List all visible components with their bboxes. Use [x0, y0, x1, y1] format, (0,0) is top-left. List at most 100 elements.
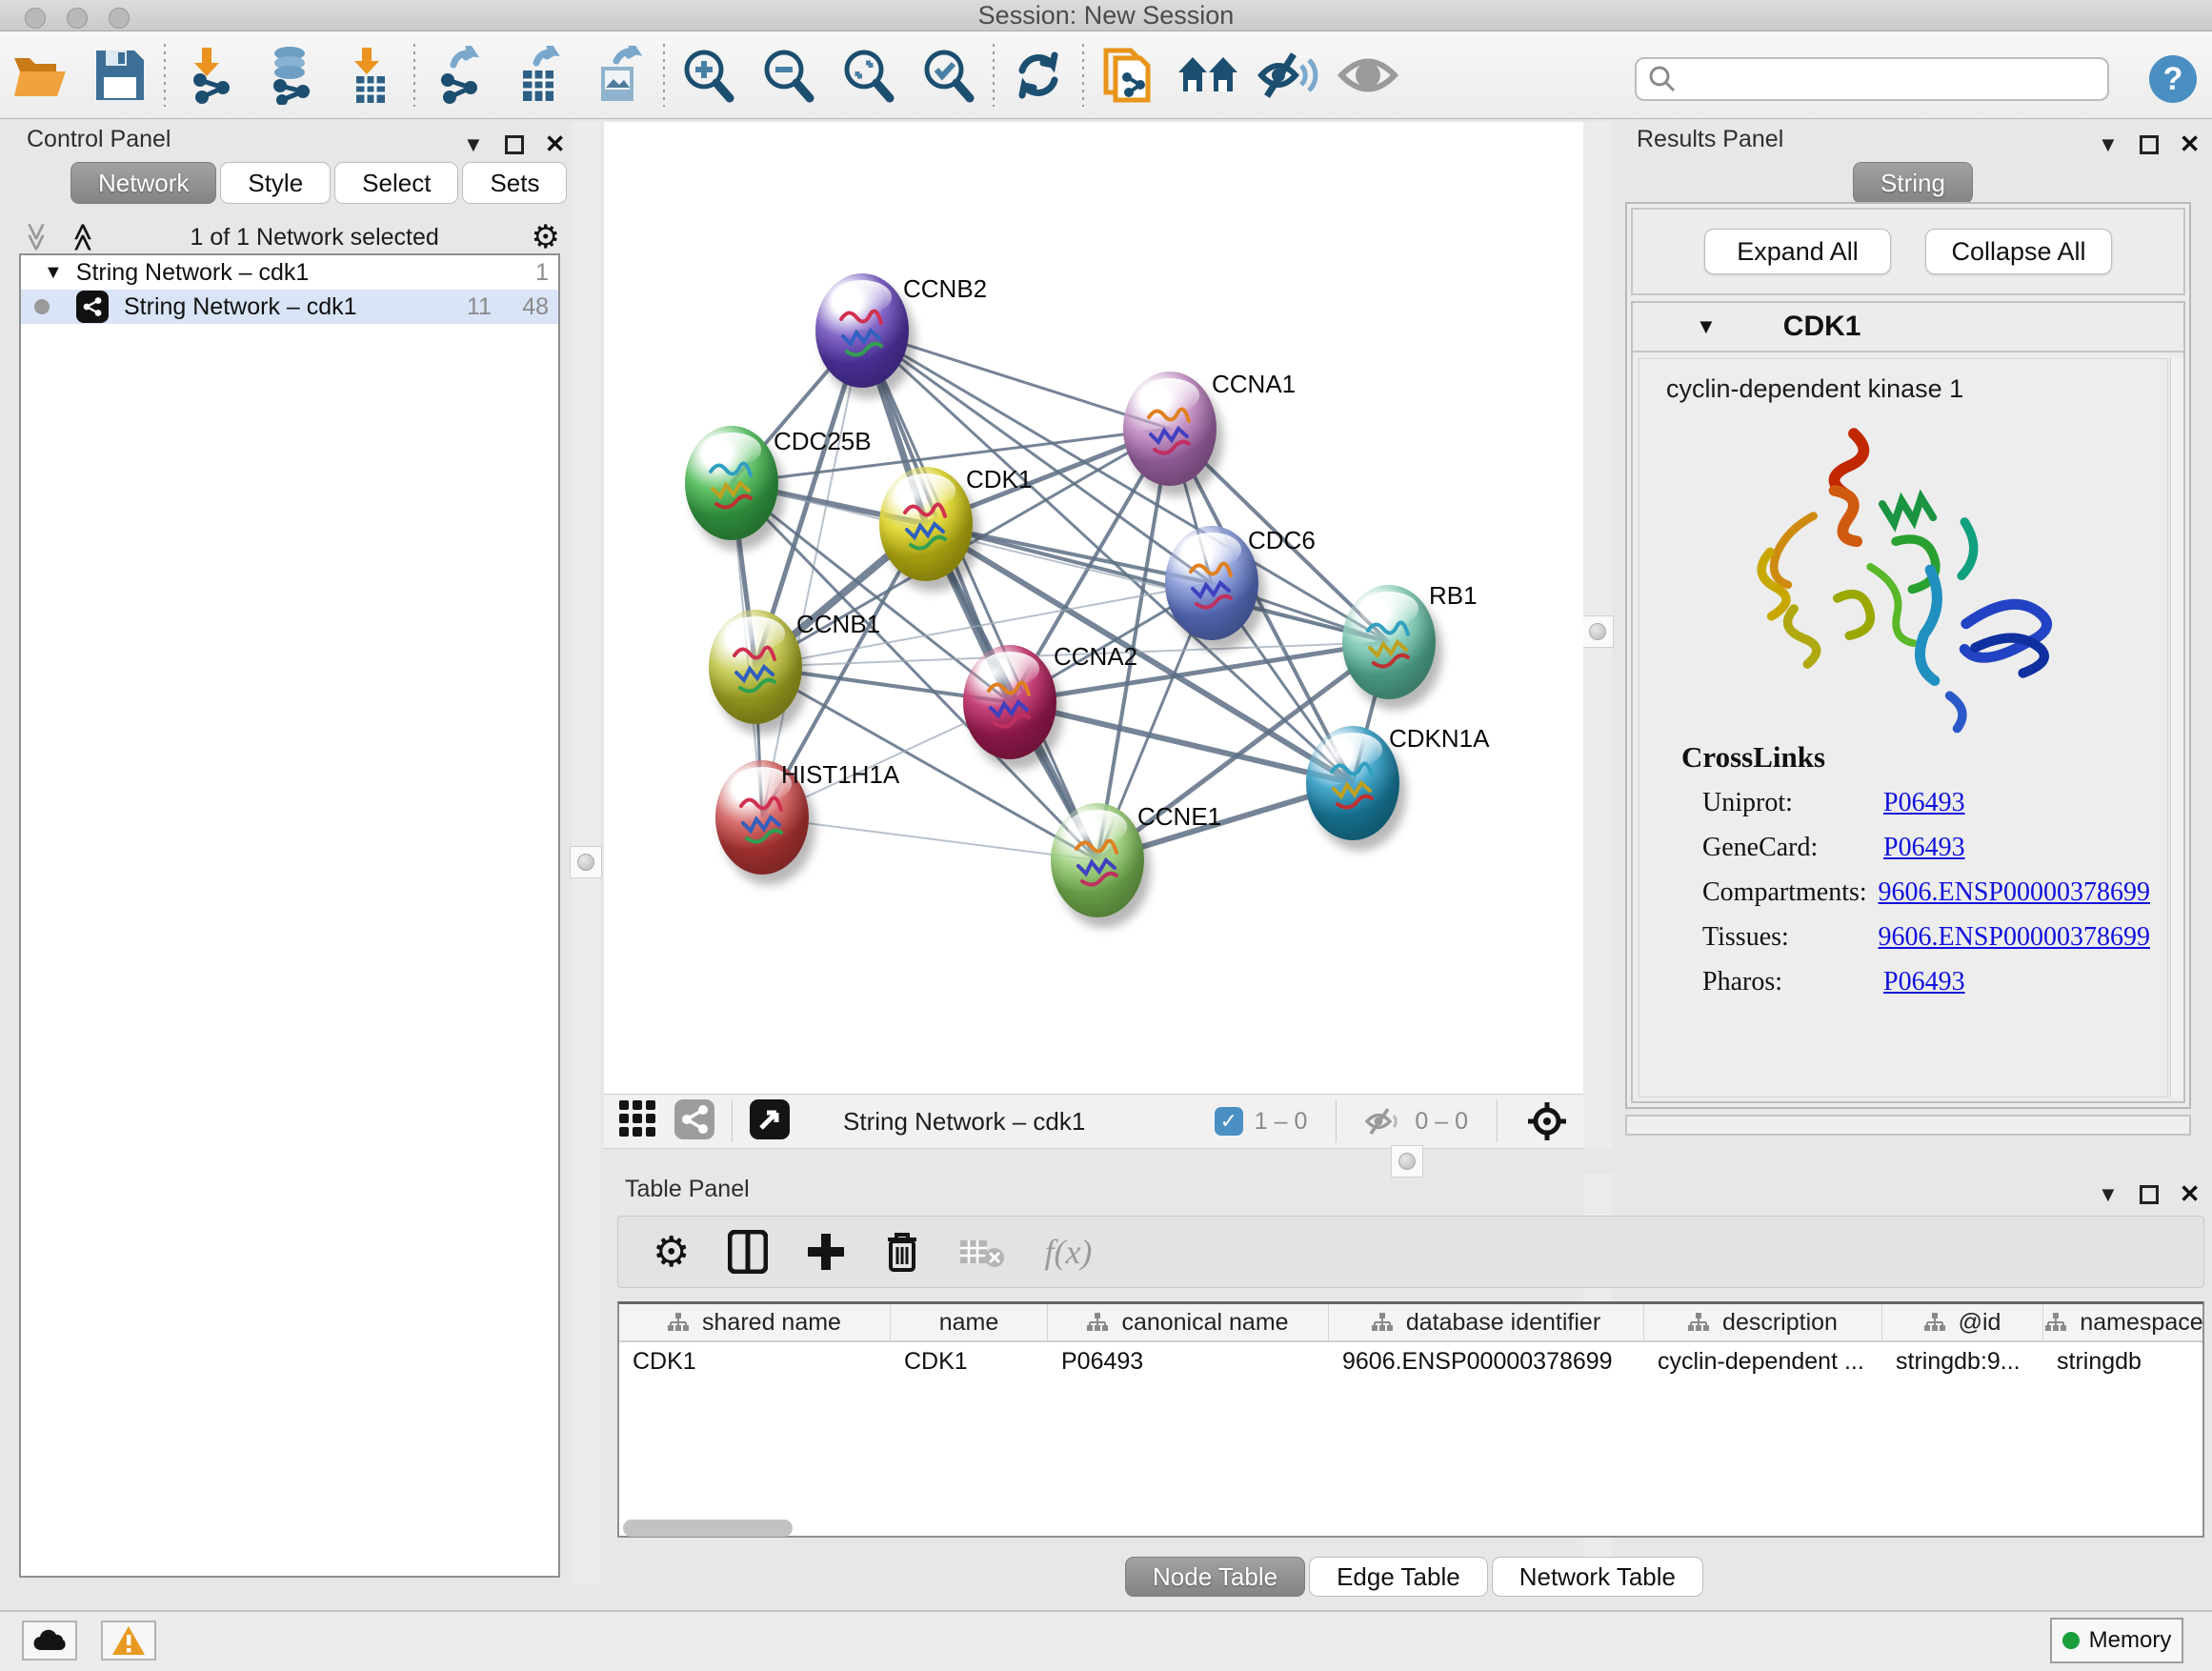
export-table-button[interactable] [499, 42, 579, 109]
collapse-all-networks-icon[interactable]: ≫ [22, 222, 50, 252]
protein-node-CDKN1A[interactable] [1306, 726, 1399, 840]
detach-view-icon[interactable] [750, 1099, 790, 1144]
protein-node-CCNA2[interactable] [963, 645, 1056, 759]
crosslink-link[interactable]: P06493 [1883, 967, 1965, 997]
tab-node-table[interactable]: Node Table [1125, 1557, 1305, 1597]
crosslink-link[interactable]: P06493 [1883, 833, 1965, 863]
column-header-description[interactable]: description [1644, 1304, 1882, 1340]
hide-selected-button[interactable] [1248, 42, 1328, 109]
protein-node-RB1[interactable] [1342, 585, 1436, 699]
gene-section-header[interactable]: ▼ CDK1 [1633, 303, 2183, 352]
search-input[interactable] [1677, 66, 2086, 92]
export-image-button[interactable] [579, 42, 659, 109]
minimize-window-button[interactable] [67, 8, 88, 29]
tab-sets[interactable]: Sets [462, 162, 567, 204]
table-options-gear-icon[interactable]: ⚙ [653, 1228, 690, 1277]
close-window-button[interactable] [25, 8, 46, 29]
delete-column-icon[interactable] [884, 1230, 920, 1274]
refresh-button[interactable] [998, 42, 1078, 109]
maximize-panel-icon[interactable] [2140, 1185, 2159, 1204]
network-collection-row[interactable]: ▼ String Network – cdk1 1 [21, 255, 558, 290]
network-share-view-icon[interactable] [674, 1099, 714, 1144]
table-hscrollbar-thumb[interactable] [623, 1520, 793, 1537]
tab-network-table[interactable]: Network Table [1492, 1557, 1703, 1597]
birdseye-crosshair-icon[interactable] [1526, 1100, 1568, 1142]
network-edge[interactable] [926, 524, 1389, 642]
column-header--id[interactable]: @id [1882, 1304, 2043, 1340]
search-field[interactable] [1635, 57, 2109, 101]
maximize-panel-icon[interactable] [2140, 135, 2159, 154]
left-splitter-handle[interactable] [570, 846, 602, 878]
column-header-canonical-name[interactable]: canonical name [1048, 1304, 1329, 1340]
import-table-button[interactable] [330, 42, 410, 109]
grid-view-icon[interactable] [619, 1100, 657, 1143]
node-label-HIST1H1A: HIST1H1A [781, 760, 899, 790]
collapse-all-button[interactable]: Collapse All [1925, 229, 2112, 274]
hidden-eye-icon[interactable] [1365, 1107, 1403, 1136]
tab-network[interactable]: Network [70, 162, 216, 204]
table-row[interactable]: CDK1CDK1P064939606.ENSP00000378699cyclin… [619, 1342, 2202, 1380]
add-column-icon[interactable] [806, 1232, 846, 1272]
clone-network-button[interactable] [1088, 42, 1168, 109]
protein-node-CDK1[interactable] [879, 467, 973, 581]
crosslink-link[interactable]: 9606.ENSP00000378699 [1879, 922, 2150, 953]
protein-node-CCNB1[interactable] [709, 610, 802, 724]
protein-node-CCNE1[interactable] [1051, 803, 1144, 917]
network-options-gear-icon[interactable]: ⚙ [532, 218, 560, 256]
import-network-button[interactable] [170, 42, 250, 109]
zoom-selected-button[interactable] [909, 42, 989, 109]
horizontal-splitter-handle[interactable] [1391, 1145, 1423, 1178]
expand-all-networks-icon[interactable]: ≪ [69, 222, 97, 252]
selected-nodes-checkbox-icon[interactable]: ✓ [1215, 1107, 1243, 1136]
open-session-button[interactable] [0, 42, 80, 109]
float-panel-icon[interactable]: ▼ [2098, 1182, 2119, 1207]
maximize-window-button[interactable] [109, 8, 130, 29]
maximize-panel-icon[interactable] [505, 135, 524, 154]
network-edge[interactable] [762, 817, 1097, 860]
cloud-status-button[interactable] [22, 1621, 77, 1661]
column-header-shared-name[interactable]: shared name [619, 1304, 891, 1340]
tab-string[interactable]: String [1853, 162, 1973, 204]
memory-button[interactable]: Memory [2050, 1618, 2183, 1663]
column-header-database-identifier[interactable]: database identifier [1329, 1304, 1644, 1340]
network-canvas[interactable]: CCNB2CCNA1CDC25BCDK1CDC6RB1CCNB1CCNA2CDK… [604, 122, 1583, 1094]
crosslink-link[interactable]: 9606.ENSP00000378699 [1879, 877, 2150, 908]
right-splitter-handle[interactable] [1581, 615, 1614, 648]
float-panel-icon[interactable]: ▼ [2098, 132, 2119, 157]
gene-caret-icon[interactable]: ▼ [1696, 314, 1717, 339]
table-hscrollbar[interactable] [617, 1516, 2204, 1540]
zoom-in-button[interactable] [669, 42, 749, 109]
left-splitter[interactable] [572, 122, 600, 1584]
results-scrollbar[interactable] [2170, 358, 2183, 1097]
function-builder-icon[interactable]: f(x) [1044, 1232, 1092, 1272]
tab-edge-table[interactable]: Edge Table [1309, 1557, 1488, 1597]
close-panel-icon[interactable]: ✕ [2180, 130, 2201, 159]
zoom-fit-button[interactable] [829, 42, 909, 109]
column-header-namespace[interactable]: namespace [2043, 1304, 2204, 1340]
import-network-from-database-button[interactable] [250, 42, 330, 109]
protein-node-CDC6[interactable] [1165, 526, 1258, 640]
zoom-out-button[interactable] [749, 42, 829, 109]
show-selected-button[interactable] [1328, 42, 1408, 109]
show-columns-icon[interactable] [728, 1230, 768, 1274]
close-panel-icon[interactable]: ✕ [545, 130, 566, 159]
crosslink-link[interactable]: P06493 [1883, 788, 1965, 818]
expand-all-button[interactable]: Expand All [1704, 229, 1891, 274]
delete-table-icon[interactable] [958, 1235, 1006, 1269]
tab-style[interactable]: Style [220, 162, 331, 204]
float-panel-icon[interactable]: ▼ [463, 132, 484, 157]
protein-node-CDC25B[interactable] [685, 426, 778, 540]
protein-node-CCNA1[interactable] [1123, 372, 1217, 486]
export-network-button[interactable] [419, 42, 499, 109]
column-header-name[interactable]: name [891, 1304, 1048, 1340]
protein-node-CCNB2[interactable] [815, 273, 909, 388]
tab-select[interactable]: Select [334, 162, 458, 204]
warnings-button[interactable] [101, 1621, 156, 1661]
show-all-nodes-button[interactable] [1168, 42, 1248, 109]
collection-caret-icon[interactable]: ▼ [44, 262, 63, 284]
save-session-button[interactable] [80, 42, 160, 109]
help-button[interactable]: ? [2149, 55, 2197, 103]
network-edge[interactable] [1010, 702, 1353, 783]
close-panel-icon[interactable]: ✕ [2180, 1179, 2201, 1209]
network-row[interactable]: String Network – cdk1 11 48 [21, 290, 558, 324]
